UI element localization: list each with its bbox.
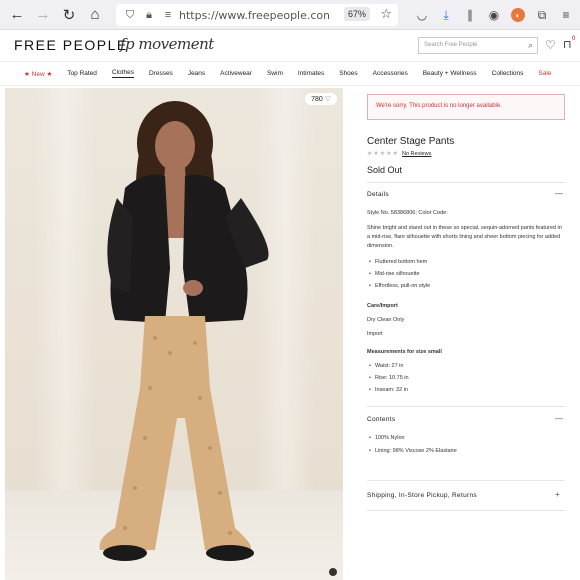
back-arrow-icon[interactable]: ← (4, 2, 30, 28)
rating-stars: ★★★★★ (367, 151, 399, 157)
details-heading[interactable]: Details (367, 191, 389, 198)
feature-item: Fluttered bottom hem (369, 259, 427, 265)
nav-item[interactable]: Sale (538, 70, 551, 77)
measurement-item: Rise: 10.75 in (369, 375, 409, 381)
feature-item: Effortless, pull-on style (369, 283, 430, 289)
contents-item: Lining: 98% Viscose 2% Elastane (369, 448, 457, 454)
reload-icon[interactable]: ↻ (56, 2, 82, 28)
pocket-icon[interactable]: ◡ (412, 5, 432, 25)
lock-icon[interactable]: 🔒︎ (141, 7, 157, 23)
shopping-bag-icon[interactable]: ⊓ (563, 38, 572, 51)
divider (367, 406, 565, 407)
extensions-icon[interactable]: ⧉ (532, 5, 552, 25)
extension-badge-icon[interactable]: ◐ (508, 5, 528, 25)
likes-pill[interactable]: 780 ♡ (305, 93, 337, 105)
nav-item[interactable]: Intimates (298, 70, 324, 77)
model-figure (99, 101, 269, 561)
search-icon[interactable]: ⌕ (528, 40, 533, 51)
wishlist-heart-icon[interactable]: ♡ (545, 38, 556, 52)
nav-item[interactable]: Collections (492, 70, 524, 77)
forward-arrow-icon[interactable]: → (30, 2, 56, 28)
search-input[interactable]: Search Free People ⌕ (418, 37, 538, 54)
contents-collapse-icon[interactable]: — (555, 414, 563, 423)
product-description: Shine bright and stand out in these so s… (367, 225, 562, 249)
nav-item[interactable]: Jeans (188, 70, 205, 77)
shipping-heading[interactable]: Shipping, In-Store Pickup, Returns (367, 492, 477, 499)
nav-item[interactable]: Swim (267, 70, 283, 77)
library-icon[interactable]: ∥ (460, 5, 480, 25)
contents-item: 100% Nylon (369, 435, 405, 441)
product-image[interactable]: 780 ♡ (5, 88, 343, 580)
bag-count: 0 (572, 36, 576, 42)
product-title: Center Stage Pants (367, 136, 455, 147)
nav-item[interactable]: Beauty + Wellness (423, 70, 477, 77)
category-nav: ★ New ★ Top Rated Clothes Dresses Jeans Activ… (0, 62, 580, 86)
shield-icon[interactable]: ⛉ (122, 7, 138, 23)
url-text[interactable]: https://www.freepeople.com/sho (179, 9, 329, 22)
measurement-item: Waist: 27 in (369, 363, 404, 369)
site-header: FREE PEOPLE fp movement Search Free Peop… (0, 30, 580, 62)
nav-item[interactable]: Activewear (220, 70, 252, 77)
nav-item[interactable]: Clothes (111, 69, 134, 78)
divider (367, 510, 565, 511)
nav-item[interactable]: Top Rated (67, 70, 97, 77)
downloads-icon[interactable]: ⤓ (436, 5, 456, 25)
browser-right-icons: ◡ ⤓ ∥ ◉ ◐ ⧉ ≡ (412, 0, 576, 30)
reviews-link[interactable]: No Reviews (402, 151, 431, 157)
nav-item[interactable]: Shoes (339, 70, 357, 77)
measurements-heading: Measurements for size small (367, 349, 442, 355)
fp-movement-logo[interactable]: fp movement (120, 35, 214, 53)
sold-out-status: Sold Out (367, 165, 403, 175)
divider (367, 182, 565, 183)
nav-item[interactable]: Dresses (149, 70, 173, 77)
bookmark-star-icon[interactable]: ☆ (380, 6, 392, 22)
zoom-level[interactable]: 67% (343, 7, 370, 21)
details-collapse-icon[interactable]: — (555, 189, 563, 198)
divider (367, 480, 565, 481)
free-people-logo[interactable]: FREE PEOPLE (14, 37, 128, 53)
shipping-expand-icon[interactable]: + (555, 490, 560, 499)
style-number: Style No. 58386806; Color Code: (367, 210, 448, 216)
url-bar[interactable]: ⛉ 🔒︎ ≡ https://www.freepeople.com/sho 67… (116, 4, 398, 26)
import-text: Import (367, 331, 383, 337)
gallery-dot[interactable] (329, 568, 337, 576)
menu-icon[interactable]: ≡ (556, 5, 576, 25)
nav-item[interactable]: Accessories (373, 70, 408, 77)
nav-item[interactable]: ★ New ★ (24, 70, 52, 78)
contents-heading[interactable]: Contents (367, 416, 395, 423)
measurement-item: Inseam: 32 in (369, 387, 408, 393)
permissions-icon[interactable]: ≡ (160, 7, 176, 23)
care-heading: Care/Import (367, 303, 398, 309)
care-text: Dry Clean Only (367, 317, 405, 323)
unavailable-alert: We're sorry. This product is no longer a… (367, 94, 565, 120)
account-icon[interactable]: ◉ (484, 5, 504, 25)
home-icon[interactable]: ⌂ (82, 2, 108, 28)
search-placeholder: Search Free People (424, 42, 478, 48)
feature-item: Mid-rise silhouette (369, 271, 420, 277)
